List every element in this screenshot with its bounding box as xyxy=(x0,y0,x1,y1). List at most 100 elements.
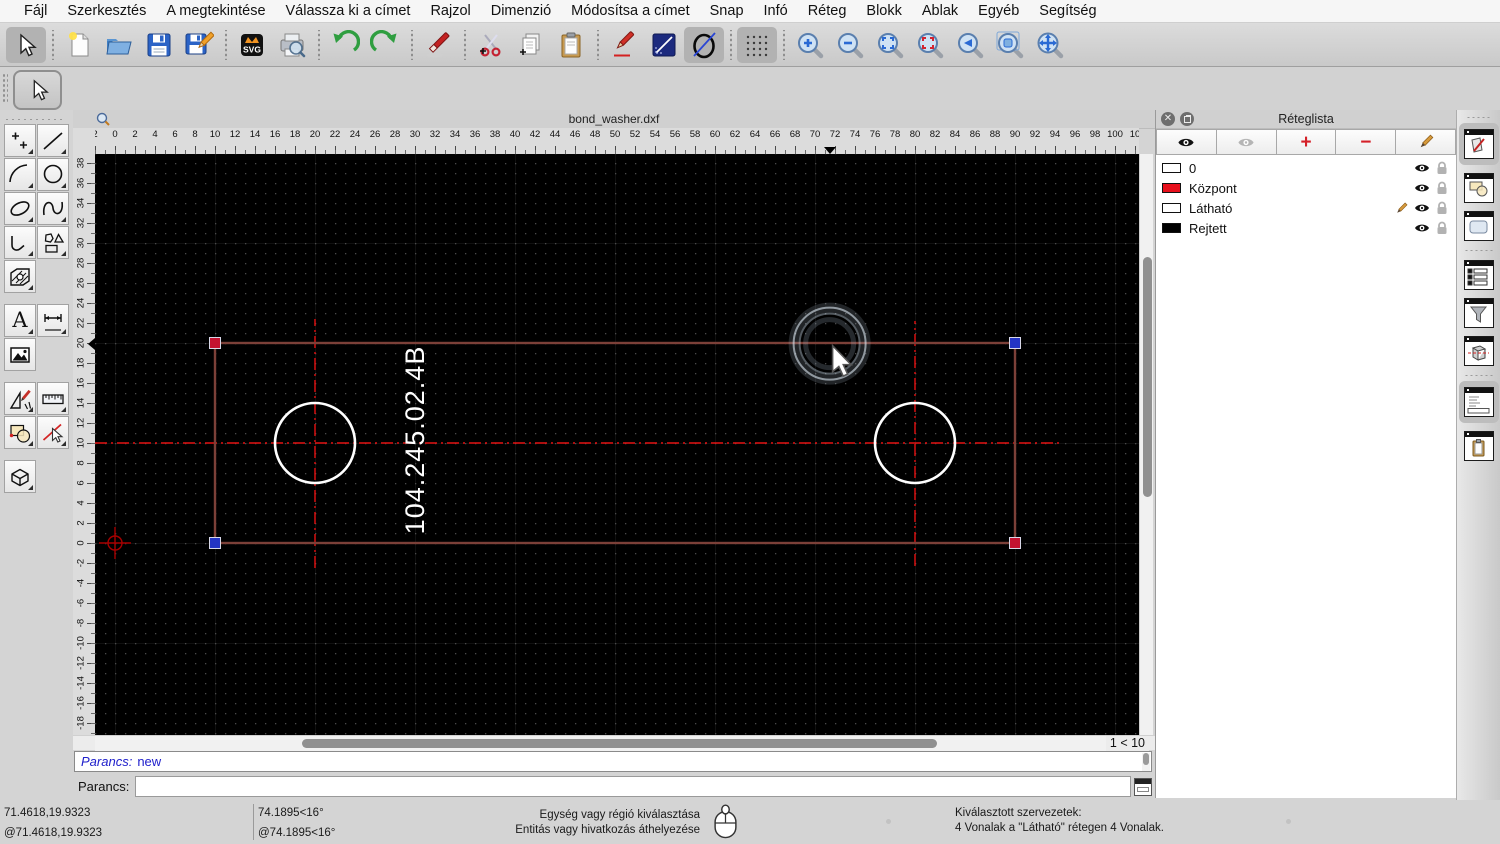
toolbar-handle[interactable] xyxy=(2,73,8,103)
hide-all-layers-button[interactable] xyxy=(1216,129,1277,155)
print-preview-button[interactable] xyxy=(272,27,312,63)
measure-tool-button[interactable] xyxy=(37,382,69,415)
circles-tool-button[interactable] xyxy=(37,158,69,191)
redo-button[interactable] xyxy=(365,27,405,63)
drawing-view-titlebar[interactable]: bond_washer.dxf xyxy=(73,110,1155,129)
delete-button[interactable] xyxy=(418,27,458,63)
horizontal-scrollbar[interactable]: 1 < 10 xyxy=(73,735,1155,751)
block-list-dock-button[interactable] xyxy=(1463,173,1494,203)
modify-tools-button[interactable] xyxy=(4,382,36,415)
ellipse-tool-button[interactable] xyxy=(684,26,724,63)
vertical-scrollbar[interactable] xyxy=(1139,154,1153,735)
save-as-button[interactable] xyxy=(179,27,219,63)
arcs-tool-button[interactable] xyxy=(4,158,36,191)
menu-item[interactable]: Rajzol xyxy=(420,3,480,19)
pen-button[interactable] xyxy=(604,27,644,63)
eye-icon[interactable] xyxy=(1414,182,1430,194)
menu-item[interactable]: A megtekintése xyxy=(156,3,275,19)
zoom-pan-button[interactable] xyxy=(1030,27,1070,63)
ellipses-tool-button[interactable] xyxy=(4,192,36,225)
edit-layer-button[interactable] xyxy=(1396,129,1456,155)
selection-filter-dock-button[interactable] xyxy=(1463,298,1494,328)
solids-tool-button[interactable] xyxy=(4,460,36,493)
show-all-layers-button[interactable] xyxy=(1156,129,1217,155)
menu-item[interactable]: Módosítsa a címet xyxy=(561,3,699,19)
save-button[interactable] xyxy=(139,27,179,63)
add-layer-button[interactable]: + xyxy=(1276,129,1337,155)
svg-export-button[interactable]: SVG xyxy=(232,27,272,63)
polylines-tool-button[interactable] xyxy=(4,226,36,259)
menu-item[interactable]: Szerkesztés xyxy=(57,3,156,19)
layer-row[interactable]: Látható xyxy=(1156,198,1456,218)
hatches-tool-button[interactable] xyxy=(4,260,36,293)
menu-item[interactable]: Réteg xyxy=(798,3,857,19)
keyboard-toggle-button[interactable] xyxy=(1134,777,1152,796)
zoom-window-button[interactable] xyxy=(990,27,1030,63)
close-icon[interactable]: ✕ xyxy=(1161,112,1175,126)
menu-item[interactable]: Válassza ki a címet xyxy=(276,3,421,19)
text-tool-button[interactable]: A xyxy=(4,304,36,337)
blocks-tool-button[interactable] xyxy=(4,416,36,449)
palette-handle[interactable] xyxy=(4,118,66,121)
part-number-label[interactable]: 104.245.02.4B xyxy=(400,346,430,535)
splines-tool-button[interactable] xyxy=(37,192,69,225)
menu-item[interactable]: Dimenzió xyxy=(481,3,561,19)
menu-item[interactable]: Ablak xyxy=(912,3,968,19)
cut-button[interactable] xyxy=(471,27,511,63)
shapes-tool-button[interactable] xyxy=(37,226,69,259)
clipboard-panel-dock-button[interactable] xyxy=(1463,431,1494,461)
new-document-button[interactable] xyxy=(59,27,99,63)
horizontal-scrollbar-thumb[interactable] xyxy=(302,739,937,748)
menu-item[interactable]: Infó xyxy=(754,3,798,19)
lock-icon[interactable] xyxy=(1436,161,1448,175)
layer-row[interactable]: Központ xyxy=(1156,178,1456,198)
grid-toggle-button[interactable] xyxy=(737,26,777,63)
lock-icon[interactable] xyxy=(1436,221,1448,235)
selection-tool-button[interactable] xyxy=(13,70,62,110)
open-file-button[interactable] xyxy=(99,27,139,63)
points-tool-button[interactable] xyxy=(4,124,36,157)
command-history-scrollbar[interactable] xyxy=(1142,753,1150,771)
layer-list-dock-button[interactable] xyxy=(1458,123,1499,165)
line-tool-button[interactable] xyxy=(644,27,684,63)
zoom-out-button[interactable] xyxy=(830,27,870,63)
float-panel-icon[interactable] xyxy=(1180,112,1194,126)
layer-row[interactable]: 0 xyxy=(1156,158,1456,178)
selection-handle[interactable] xyxy=(1009,537,1021,549)
dimensions-tool-button[interactable] xyxy=(37,304,69,337)
layer-panel-header[interactable]: Réteglista ✕ xyxy=(1156,110,1456,129)
vertical-scrollbar-thumb[interactable] xyxy=(1142,257,1152,497)
command-line-dock-button[interactable] xyxy=(1458,381,1499,423)
lock-icon[interactable] xyxy=(1436,201,1448,215)
menu-item[interactable]: Blokk xyxy=(856,3,911,19)
menu-item[interactable]: Segítség xyxy=(1029,3,1106,19)
drawing-canvas[interactable]: 104.245.02.4B xyxy=(95,154,1139,735)
layer-row[interactable]: Rejtett xyxy=(1156,218,1456,238)
menu-item[interactable]: Fájl xyxy=(14,3,57,19)
remove-layer-button[interactable]: − xyxy=(1336,129,1397,155)
command-history[interactable]: Parancs: new xyxy=(74,751,1152,772)
menu-item[interactable]: Snap xyxy=(700,3,754,19)
dock-handle[interactable] xyxy=(1465,116,1492,119)
property-list-dock-button[interactable] xyxy=(1463,260,1494,290)
selection-handle[interactable] xyxy=(209,337,221,349)
menu-item[interactable]: Egyéb xyxy=(968,3,1029,19)
library-browser-dock-button[interactable] xyxy=(1463,211,1494,241)
copy-button[interactable] xyxy=(511,27,551,63)
eye-icon[interactable] xyxy=(1414,162,1430,174)
lines-tool-button[interactable] xyxy=(37,124,69,157)
eye-icon[interactable] xyxy=(1414,202,1430,214)
zoom-redraw-button[interactable] xyxy=(910,27,950,63)
select-arrow-button[interactable] xyxy=(6,26,46,63)
zoom-in-button[interactable] xyxy=(790,27,830,63)
select-entity-tool-button[interactable] xyxy=(37,416,69,449)
eye-icon[interactable] xyxy=(1414,222,1430,234)
view-laser-dock-button[interactable] xyxy=(1463,336,1494,366)
paste-button[interactable] xyxy=(551,27,591,63)
zoom-auto-button[interactable] xyxy=(870,27,910,63)
undo-button[interactable] xyxy=(325,27,365,63)
selection-handle[interactable] xyxy=(1009,337,1021,349)
lock-icon[interactable] xyxy=(1436,181,1448,195)
images-tool-button[interactable] xyxy=(4,338,36,371)
menubar[interactable]: Fájl Szerkesztés A megtekintése Válassza ki… xyxy=(0,0,1500,23)
